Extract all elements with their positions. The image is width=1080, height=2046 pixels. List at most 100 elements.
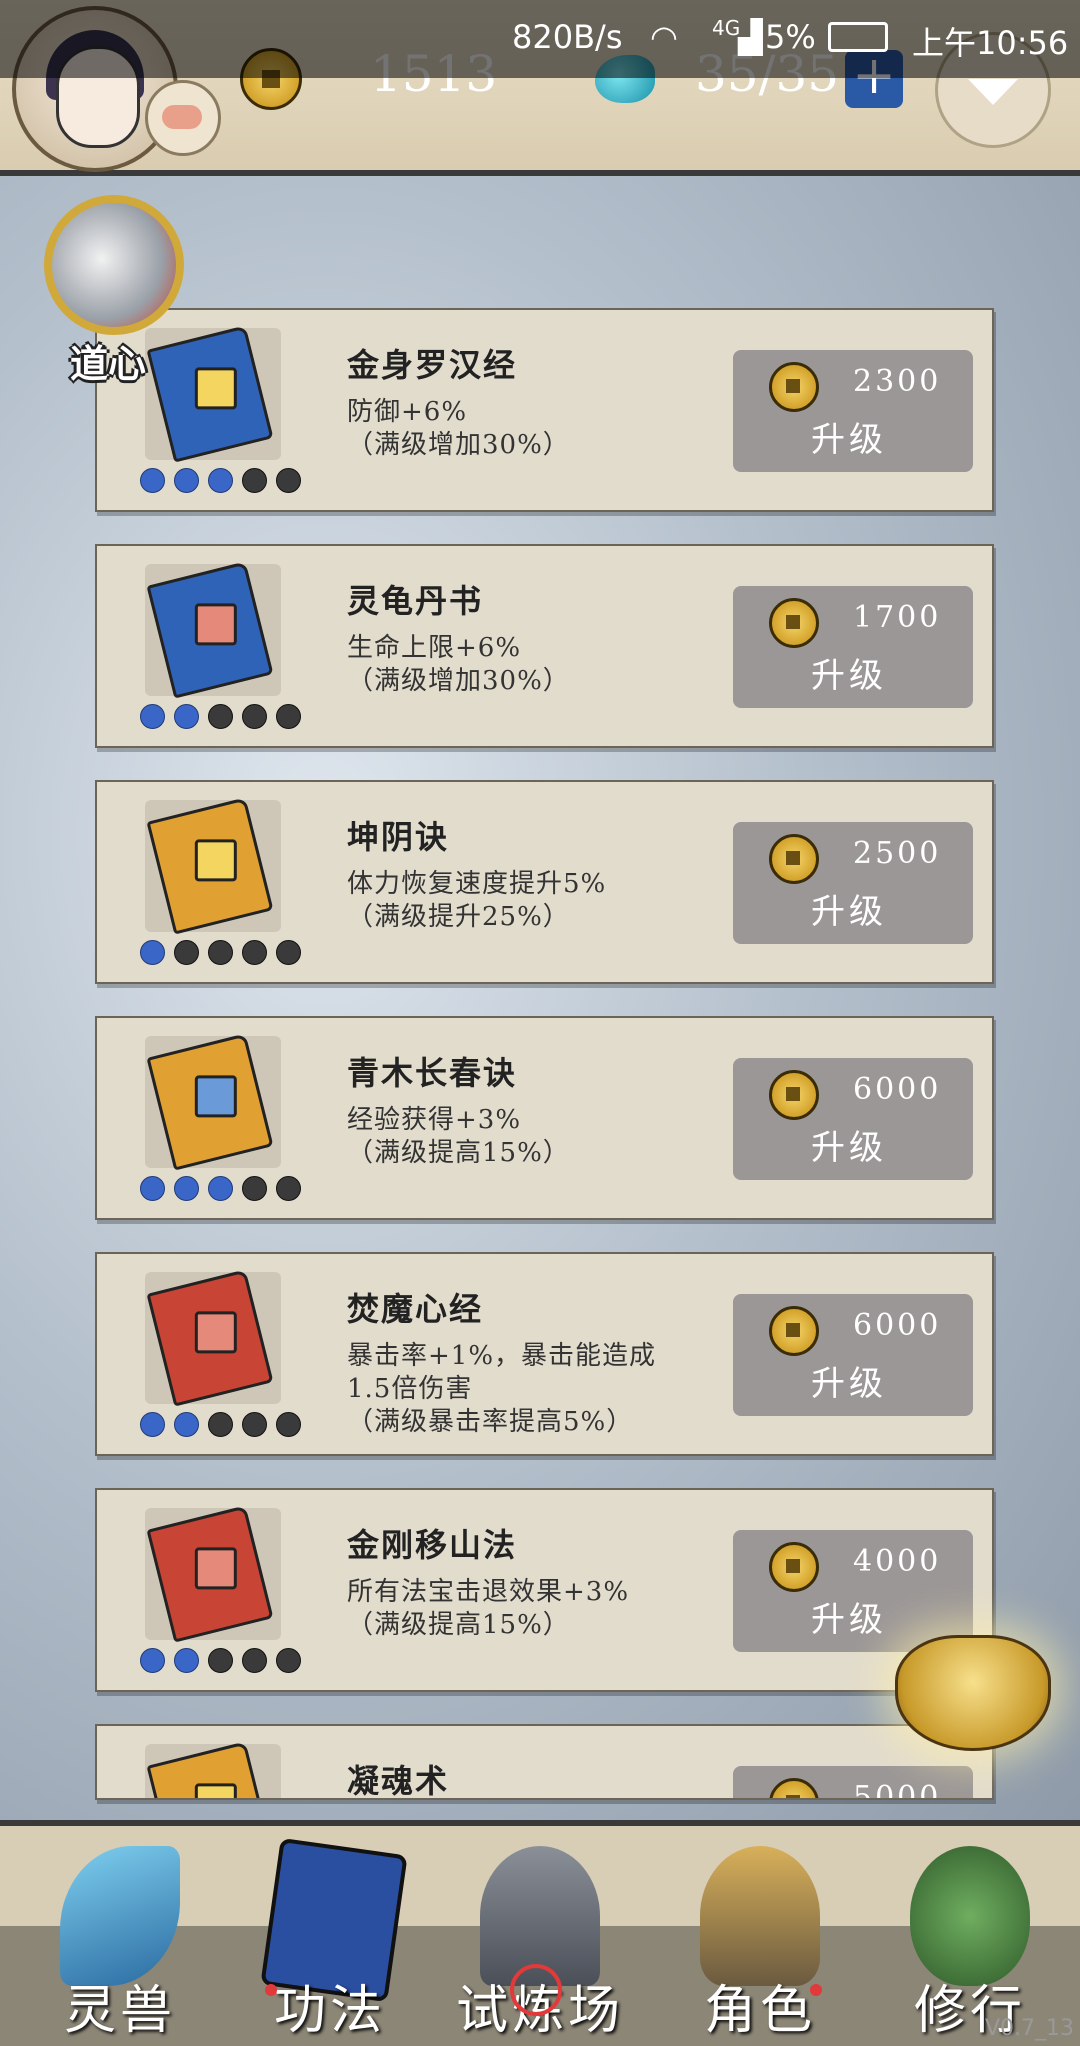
level-dot [276,1176,301,1201]
upgrade-cost: 5000 [853,1780,942,1800]
level-dot [208,1648,233,1673]
notification-dot [810,1984,822,1996]
level-dot [174,704,199,729]
level-dot [242,468,267,493]
skill-icon-frame [145,1033,281,1171]
book-seal-icon [194,603,237,646]
skill-desc-line: 体力恢复速度提升5% [347,869,607,899]
level-dot [174,468,199,493]
notification-dot [265,1984,277,1996]
skill-description: 暴击率+1%，暴击能造成 1.5倍伤害 （满级暴击率提高5%） [347,1340,727,1439]
nav-item-skills[interactable]: 功法 [230,1826,430,2046]
skill-desc-line: （满级提升25%） [347,902,570,932]
level-indicator [140,940,301,965]
nav-item-spirit-beast[interactable]: 灵兽 [20,1826,220,2046]
skill-description: 经验获得+3% （满级提高15%） [347,1104,727,1170]
coin-icon [769,362,819,412]
level-dot [208,704,233,729]
upgrade-button[interactable]: 1700 升级 [733,586,973,708]
skill-card[interactable]: 凝魂术 5000升级 [95,1724,994,1800]
upgrade-button[interactable]: 2500 升级 [733,822,973,944]
daoxin-button[interactable]: 道心 [44,195,190,386]
level-dot [276,940,301,965]
level-dot [174,1176,199,1201]
daoxin-orb-icon [44,195,184,335]
book-seal-icon [194,1547,237,1590]
skill-card[interactable]: 金刚移山法所有法宝击退效果+3% （满级提高15%） 4000 升级 [95,1488,994,1692]
level-indicator [140,704,301,729]
level-dot [276,704,301,729]
skill-title: 金刚移山法 [347,1526,518,1564]
level-dot [140,1412,165,1437]
level-indicator [140,1648,301,1673]
coin-icon [769,834,819,884]
skill-book-icon [146,561,274,699]
upgrade-button[interactable]: 5000升级 [733,1766,973,1800]
skill-desc-line: （满级暴击率提高5%） [347,1407,634,1437]
level-dot [276,1648,301,1673]
skill-icon-frame [145,1741,281,1798]
skill-desc-line: （满级增加30%） [347,666,570,696]
pet-avatar[interactable] [145,80,221,156]
book-seal-icon [194,839,237,882]
nav-label: 角色 [703,1981,816,2041]
skill-description: 防御+6% （满级增加30%） [347,396,727,462]
skill-card[interactable]: 焚魔心经暴击率+1%，暴击能造成 1.5倍伤害 （满级暴击率提高5%） 6000 升级 [95,1252,994,1456]
upgrade-button[interactable]: 2300 升级 [733,350,973,472]
skill-title: 坤阴诀 [347,818,450,856]
coin-icon [769,598,819,648]
upgrade-button[interactable]: 6000 升级 [733,1294,973,1416]
coin-icon [769,1542,819,1592]
level-dot [208,940,233,965]
skill-card[interactable]: 金身罗汉经 防御+6% （满级增加30%） 2300 升级 [95,308,994,512]
level-dot [174,940,199,965]
battery-percent: 5% [765,18,816,56]
level-dot [174,1412,199,1437]
level-dot [140,468,165,493]
skill-desc-line: 防御+6% [347,397,468,427]
level-dot [208,1412,233,1437]
skill-icon-frame [145,1269,281,1407]
skill-icon-frame [145,797,281,935]
nav-item-trial-ground[interactable]: 试炼场 [440,1826,640,2046]
level-indicator [140,1412,301,1437]
book-seal-icon [194,1783,237,1798]
skill-title: 青木长春诀 [347,1054,518,1092]
network-type: 4G [712,16,741,40]
upgrade-label: 升级 [811,656,887,696]
upgrade-label: 升级 [811,1128,887,1168]
level-dot [242,1412,267,1437]
upgrade-cost: 6000 [853,1072,942,1107]
skill-book-icon [146,1269,274,1407]
level-dot [276,1412,301,1437]
cauldron-icon[interactable] [895,1635,1051,1751]
bottom-nav: 灵兽 功法 试炼场 角色 修行 V0.7_13 [0,1820,1080,2046]
book-seal-icon [194,1075,237,1118]
upgrade-button[interactable]: 4000 升级 [733,1530,973,1652]
skill-title: 焚魔心经 [347,1290,484,1328]
level-dot [208,468,233,493]
coin-icon [769,1070,819,1120]
battery-icon [828,22,888,52]
nav-item-cultivation[interactable]: 修行 [870,1826,1070,2046]
nav-item-character[interactable]: 角色 [660,1826,860,2046]
nav-label: 灵兽 [63,1981,176,2041]
skill-description: 所有法宝击退效果+3% （满级提高15%） [347,1576,727,1642]
level-dot [208,1176,233,1201]
status-bar: 820B/s ◠ 4G ▟ 5% 上午10:56 [0,0,1080,78]
upgrade-button[interactable]: 6000 升级 [733,1058,973,1180]
skill-card[interactable]: 灵龟丹书 生命上限+6% （满级增加30%） 1700 升级 [95,544,994,748]
clock: 上午10:56 [912,24,1069,62]
version-label: V0.7_13 [985,2016,1075,2041]
gourd-icon [910,1846,1030,1986]
skill-desc-line: 暴击率+1%，暴击能造成 [347,1341,657,1371]
skill-icon-frame [145,561,281,699]
level-indicator [140,468,301,493]
skill-card[interactable]: 坤阴诀体力恢复速度提升5% （满级提升25%） 2500 升级 [95,780,994,984]
coin-icon [769,1778,819,1798]
level-dot [140,1648,165,1673]
skill-desc-line: 生命上限+6% [347,633,522,663]
skill-card[interactable]: 青木长春诀经验获得+3% （满级提高15%） 6000 升级 [95,1016,994,1220]
level-dot [140,940,165,965]
alert-ring-icon [510,1964,562,2016]
